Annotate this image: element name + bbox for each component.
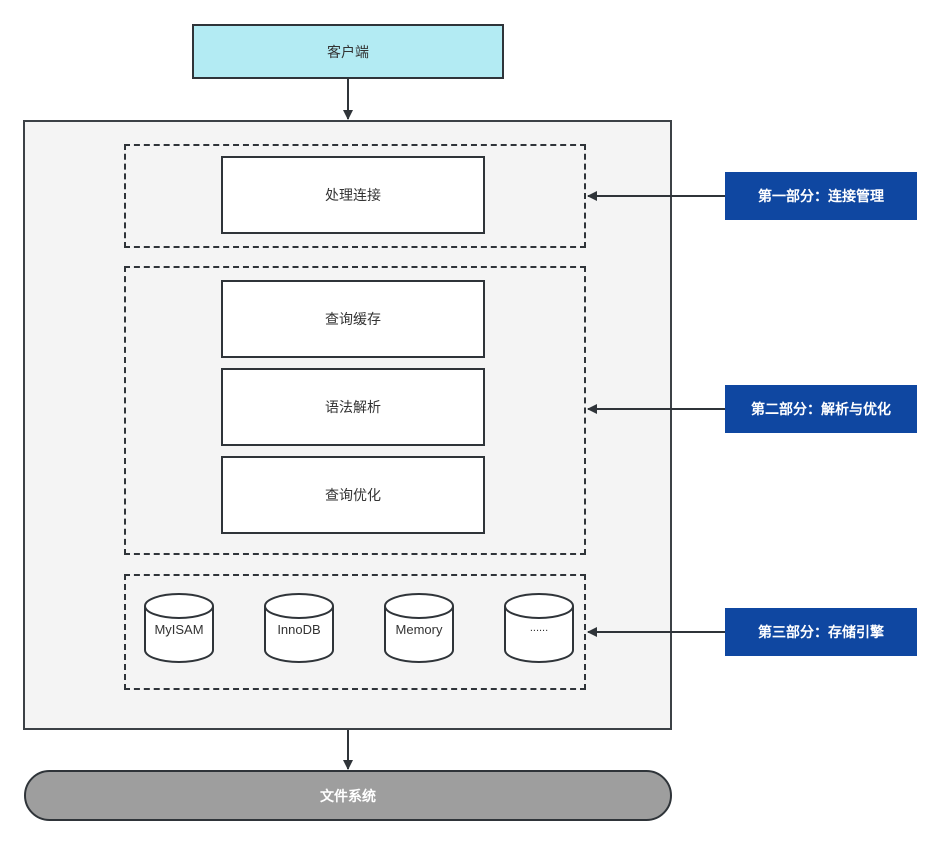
handle-connection-label: 处理连接 <box>325 188 381 204</box>
part-2-label: 第二部分：解析与优化 <box>751 402 891 418</box>
query-optimize-node: 查询优化 <box>221 456 485 534</box>
query-cache-label: 查询缓存 <box>325 312 381 328</box>
part-1-label: 第一部分：连接管理 <box>758 189 884 205</box>
engine-innodb-label: InnoDB <box>277 622 321 637</box>
engine-innodb: InnoDB <box>263 592 335 664</box>
engine-memory-label: Memory <box>395 622 443 637</box>
syntax-parse-node: 语法解析 <box>221 368 485 446</box>
engine-myisam: MyISAM <box>143 592 215 664</box>
engine-memory: Memory <box>383 592 455 664</box>
part-1-connection-management: 第一部分：连接管理 <box>725 172 917 220</box>
client-node: 客户端 <box>192 24 504 79</box>
part-3-label: 第三部分：存储引擎 <box>758 625 884 641</box>
engine-other: ...... <box>503 592 575 664</box>
filesystem-label: 文件系统 <box>320 788 376 805</box>
syntax-parse-label: 语法解析 <box>325 400 381 416</box>
query-optimize-label: 查询优化 <box>325 488 381 504</box>
handle-connection-node: 处理连接 <box>221 156 485 234</box>
query-cache-node: 查询缓存 <box>221 280 485 358</box>
filesystem-node: 文件系统 <box>24 770 672 821</box>
part-3-storage-engine: 第三部分：存储引擎 <box>725 608 917 656</box>
part-2-parse-optimize: 第二部分：解析与优化 <box>725 385 917 433</box>
client-label: 客户端 <box>327 44 369 61</box>
engine-myisam-label: MyISAM <box>154 622 204 637</box>
engine-other-label: ...... <box>529 622 549 634</box>
